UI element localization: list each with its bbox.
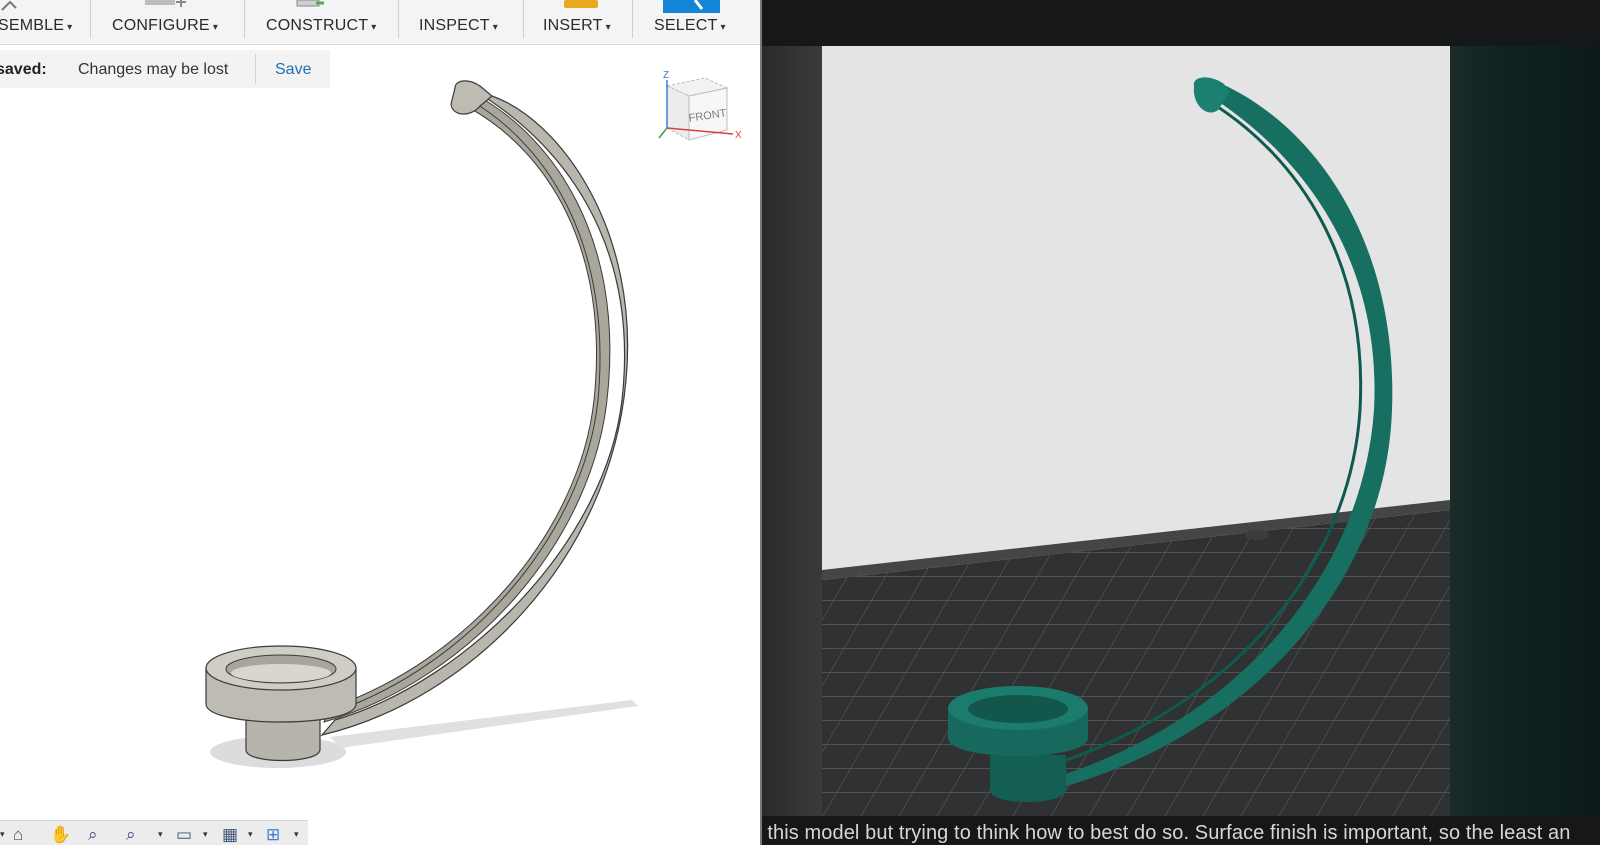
chevron-down-icon[interactable]: ▾ [158, 829, 163, 840]
chevron-down-icon[interactable]: ▾ [294, 829, 299, 840]
cad-window: SEMBLE ▾ CONFIGURE ▾ CONSTRUCT ▾ INSPECT ▾ I… [0, 0, 760, 845]
zoom-window-icon[interactable]: ⌕ [88, 825, 98, 845]
cad-arm-inner-face [323, 95, 611, 723]
navigation-bar: ▾ ⌂ ✋ ⌕ ⌕ ▾ ▭ ▾ ▦ ▾ ⊞ ▾ [0, 820, 308, 845]
view-cube-x-axis-label: X [735, 130, 742, 141]
chevron-down-icon[interactable]: ▾ [248, 829, 253, 840]
cad-ring-hole-floor [231, 664, 331, 682]
video-side-right [1450, 46, 1600, 816]
viewports-icon[interactable]: ⊞ [266, 825, 280, 845]
view-cube-z-axis-label: Z [663, 70, 669, 81]
post-caption: t this model but trying to think how to … [762, 822, 1600, 845]
slicer-holder-stem [990, 755, 1066, 802]
plate-clip [1245, 530, 1269, 540]
chevron-down-icon[interactable]: ▾ [203, 829, 208, 840]
zoom-icon[interactable]: ⌕ [126, 825, 136, 845]
caption-text: t this model but trying to think how to … [762, 822, 1571, 844]
cad-arm-edge [333, 99, 601, 713]
chevron-down-icon[interactable]: ▾ [0, 829, 5, 840]
display-settings-icon[interactable]: ▭ [176, 825, 192, 845]
video-side-left [762, 46, 822, 816]
orbit-icon[interactable]: ⌂ [13, 825, 23, 845]
cad-model-viewport[interactable] [0, 0, 760, 845]
slicer-viewport [762, 0, 1600, 845]
slicer-ring-hole [968, 695, 1068, 723]
pan-icon[interactable]: ✋ [50, 825, 71, 845]
view-cube[interactable]: FRONT Z X [655, 68, 750, 158]
slicer-preview-panel: t this model but trying to think how to … [762, 0, 1600, 845]
grid-settings-icon[interactable]: ▦ [222, 825, 238, 845]
